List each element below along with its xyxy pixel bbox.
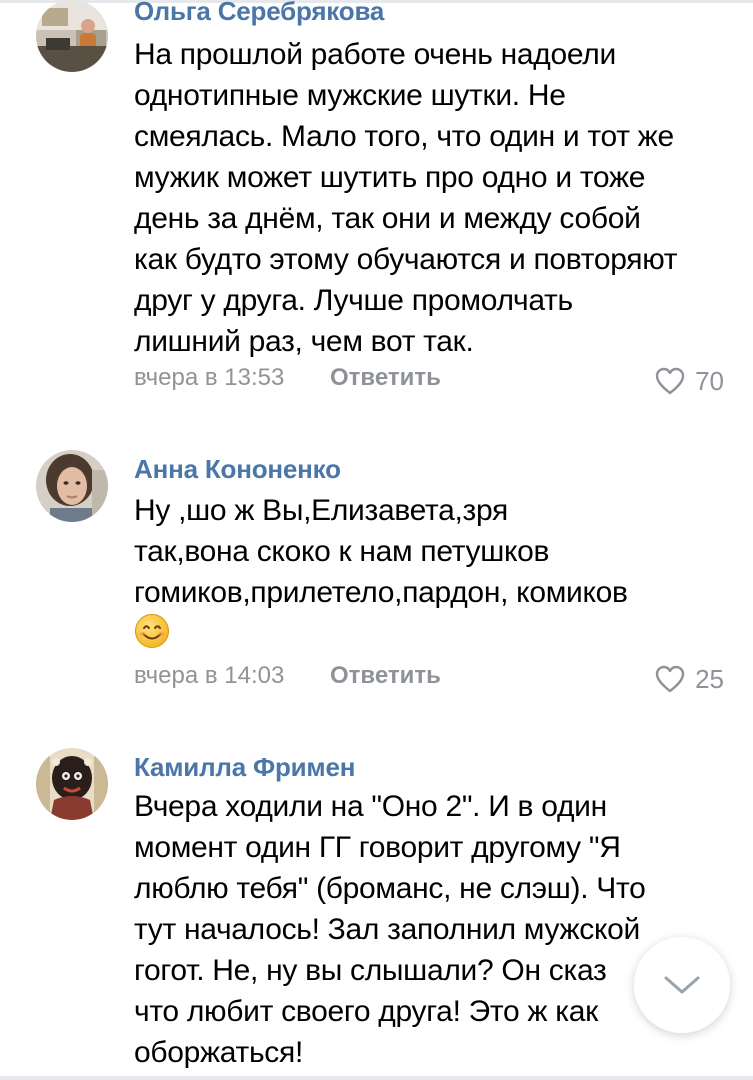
comment-text-line: друг у друга. Лучше промолчать — [134, 284, 573, 317]
comment-text-line: Ну ,шо ж Вы,Елизавета,зря — [134, 494, 509, 527]
smiling-face-emoji-icon — [135, 614, 169, 648]
reply-button[interactable]: Ответить — [330, 364, 441, 392]
comment-text-line: гомиков,прилетело,пардон, комиков — [134, 576, 628, 609]
chevron-down-icon — [664, 976, 700, 994]
comment-text-line: лишний раз, чем вот так. — [134, 325, 474, 358]
like-button[interactable]: 25 — [655, 662, 724, 696]
comment-text-line: Вчера ходили на "Оно 2". И в один — [134, 790, 607, 823]
heart-icon — [655, 367, 685, 395]
comment-text-line — [134, 613, 734, 656]
comment-text-line: смеялась. Мало того, что один и тот же — [134, 120, 674, 153]
avatar-photo-icon — [36, 450, 108, 522]
comment-text: На прошлой работе очень надоели однотипн… — [134, 34, 734, 362]
comment-meta: вчера в 14:03 Ответить 25 — [134, 662, 724, 696]
user-avatar[interactable] — [36, 748, 108, 820]
comment-text-line: момент один ГГ говорит другому "Я — [134, 831, 621, 864]
comment-text: Ну ,шо ж Вы,Елизавета,зря так,вона скоко… — [134, 490, 734, 656]
like-count: 70 — [695, 365, 724, 396]
comment-author[interactable]: Ольга Серебрякова — [134, 0, 384, 27]
comment-text-line: оборжаться! — [134, 1036, 303, 1069]
heart-icon — [655, 665, 685, 693]
user-avatar[interactable] — [36, 450, 108, 522]
comment-text-line: день за днём, так они и между собой — [134, 202, 641, 235]
user-avatar[interactable] — [36, 0, 108, 72]
reply-button[interactable]: Ответить — [330, 662, 441, 690]
comment-text-line: люблю тебя" (броманс, не слэш). Что — [134, 872, 646, 905]
comment-text-line: На прошлой работе очень надоели — [134, 38, 616, 71]
like-count: 25 — [695, 663, 724, 694]
comment-date[interactable]: вчера в 14:03 — [134, 662, 284, 690]
comment-text-line: мужик может шутить про одно и тоже — [134, 161, 646, 194]
avatar-photo-icon — [36, 0, 108, 72]
comment-author[interactable]: Анна Кононенко — [134, 454, 341, 485]
comment-author[interactable]: Камилла Фримен — [134, 752, 355, 783]
bottom-divider — [0, 1076, 753, 1080]
comment-text-line: так,вона скоко к нам петушков — [134, 535, 550, 568]
avatar-drawing-icon — [36, 748, 108, 820]
like-button[interactable]: 70 — [655, 364, 724, 398]
comment-text-line: как будто этому обучаются и повторяют — [134, 243, 678, 276]
scroll-down-button[interactable] — [634, 937, 730, 1033]
comment-text-line: однотипные мужские шутки. Не — [134, 79, 566, 112]
comment-text: Вчера ходили на "Оно 2". И в один момент… — [134, 786, 734, 1073]
comment-date[interactable]: вчера в 13:53 — [134, 364, 284, 392]
comment-meta: вчера в 13:53 Ответить 70 — [134, 364, 724, 398]
comment-text-line: тут началось! Зал заполнил мужской — [134, 913, 640, 946]
